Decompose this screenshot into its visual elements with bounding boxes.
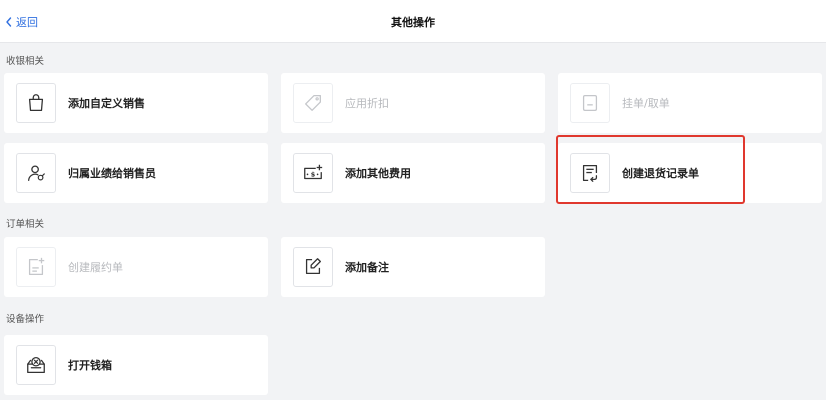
add-fee-icon: $ <box>304 164 323 180</box>
document-icon <box>582 95 598 111</box>
add-custom-sale-label: 添加自定义销售 <box>68 97 145 110</box>
cash-drawer-icon <box>27 357 45 373</box>
open-cash-drawer-label: 打开钱箱 <box>68 359 112 372</box>
assign-sales-rep-button[interactable]: 归属业绩给销售员 <box>4 143 268 203</box>
create-return-record-label: 创建退货记录单 <box>622 167 699 180</box>
add-document-icon <box>28 257 45 275</box>
apply-discount-button[interactable]: 应用折扣 <box>281 73 545 133</box>
hold-order-button[interactable]: 挂单/取单 <box>558 73 822 133</box>
add-custom-sale-button[interactable]: 添加自定义销售 <box>4 73 268 133</box>
create-fulfillment-label: 创建履约单 <box>68 261 123 274</box>
edit-note-icon <box>305 258 321 275</box>
open-cash-drawer-button[interactable]: 打开钱箱 <box>4 335 268 395</box>
add-other-fee-button[interactable]: $ 添加其他费用 <box>281 143 545 203</box>
add-note-label: 添加备注 <box>345 261 389 274</box>
add-other-fee-label: 添加其他费用 <box>345 167 411 180</box>
section-label-device: 设备操作 <box>6 314 45 325</box>
top-bar: 返回 其他操作 <box>0 0 826 43</box>
apply-discount-label: 应用折扣 <box>345 97 389 110</box>
page-title: 其他操作 <box>391 16 435 29</box>
section-label-order: 订单相关 <box>6 219 45 230</box>
add-note-button[interactable]: 添加备注 <box>281 237 545 297</box>
tag-icon <box>305 95 321 111</box>
shopping-bag-icon <box>28 94 44 111</box>
user-assign-icon <box>28 165 45 181</box>
svg-text:$: $ <box>311 170 316 178</box>
create-fulfillment-button[interactable]: 创建履约单 <box>4 237 268 297</box>
assign-sales-rep-label: 归属业绩给销售员 <box>68 167 156 180</box>
section-label-cashier: 收银相关 <box>6 56 45 67</box>
hold-order-label: 挂单/取单 <box>622 97 670 110</box>
return-record-icon <box>582 165 598 182</box>
create-return-record-button[interactable]: 创建退货记录单 <box>558 143 822 203</box>
